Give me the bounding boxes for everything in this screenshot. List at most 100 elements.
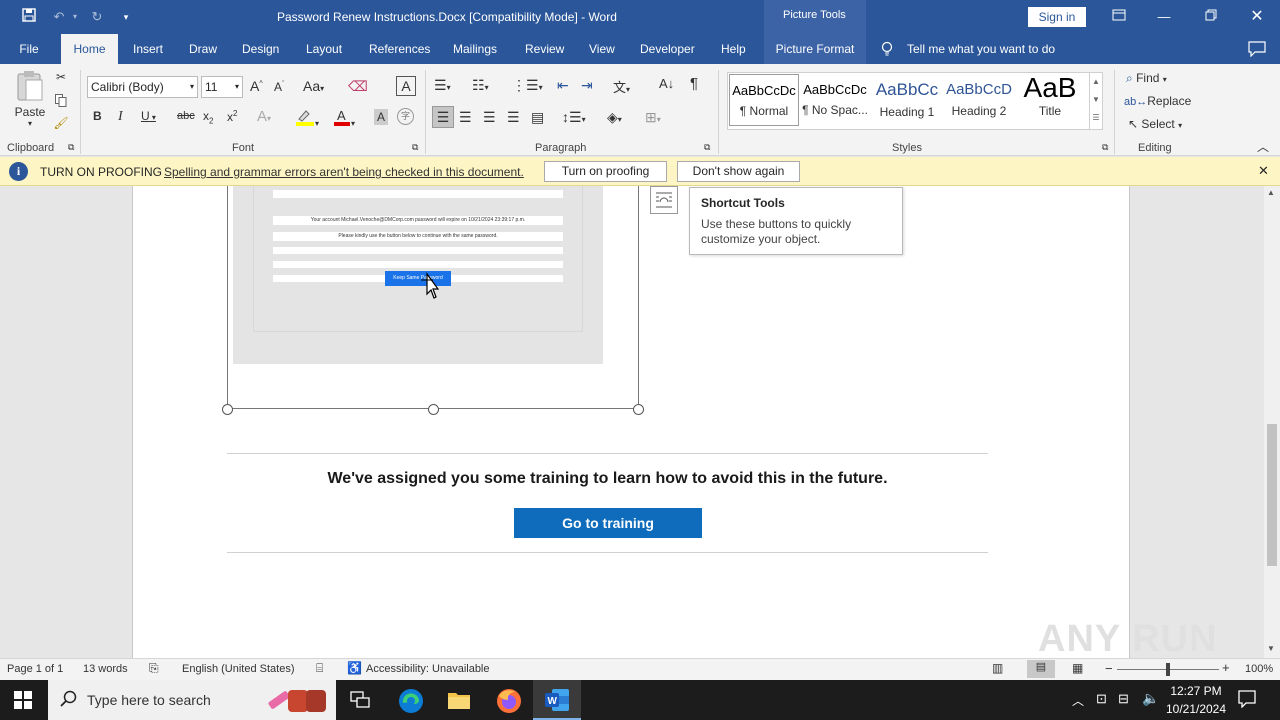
zoom-out-icon[interactable]: − (1105, 661, 1113, 676)
tell-me-search[interactable]: Tell me what you want to do (907, 34, 1055, 64)
change-case-icon[interactable]: Aa▾ (303, 78, 324, 94)
zoom-in-icon[interactable]: + (1222, 660, 1230, 675)
highlight-color-icon[interactable]: ▾ (295, 108, 319, 129)
align-center-icon[interactable]: ☰ (459, 109, 472, 126)
web-layout-icon[interactable]: ▦ (1072, 661, 1083, 675)
sign-in-button[interactable]: Sign in (1028, 7, 1086, 27)
wifi-icon[interactable]: ⊟ (1118, 691, 1129, 707)
resize-handle-bottom-left[interactable] (222, 404, 233, 415)
bold-button[interactable]: B (93, 109, 102, 123)
clipboard-launcher-icon[interactable]: ⧉ (68, 142, 74, 153)
align-left-button[interactable]: ☰ (432, 106, 454, 128)
ribbon-display-options-icon[interactable] (1110, 8, 1128, 26)
grow-font-icon[interactable]: A^ (250, 78, 263, 94)
macro-icon[interactable]: ⌸ (316, 661, 323, 676)
style-heading-2[interactable]: AaBbCcD Heading 2 (944, 74, 1014, 126)
zoom-slider-thumb[interactable] (1166, 663, 1170, 676)
tab-review[interactable]: Review (525, 34, 564, 64)
tab-file[interactable]: File (10, 34, 48, 64)
undo-dropdown-icon[interactable]: ▾ (66, 8, 84, 26)
tab-picture-format[interactable]: Picture Format (764, 34, 866, 64)
task-view-icon[interactable] (350, 691, 370, 712)
turn-on-proofing-button[interactable]: Turn on proofing (544, 161, 667, 182)
word-taskbar-button[interactable]: W (533, 680, 581, 720)
style-title[interactable]: AaB Title (1015, 72, 1085, 126)
network-icon[interactable]: ⊡ (1096, 691, 1107, 707)
scroll-down-icon[interactable]: ▼ (1267, 644, 1275, 653)
align-right-icon[interactable]: ☰ (483, 109, 496, 126)
increase-indent-icon[interactable]: ⇥ (581, 77, 593, 94)
select-button[interactable]: ↖ Select ▾ (1128, 117, 1182, 131)
show-hidden-icons-icon[interactable]: ︿ (1072, 692, 1084, 709)
line-spacing-icon[interactable]: ↕☰▾ (562, 109, 586, 126)
replace-button[interactable]: ab↔Replace (1124, 94, 1191, 108)
italic-button[interactable]: I (118, 109, 123, 125)
clock-date[interactable]: 10/21/2024 (1162, 702, 1230, 716)
bullets-icon[interactable]: ☰▾ (434, 77, 451, 94)
distributed-icon[interactable]: ▤ (531, 109, 544, 126)
character-shading-icon[interactable]: A (374, 109, 388, 125)
paragraph-launcher-icon[interactable]: ⧉ (704, 142, 710, 153)
clear-formatting-icon[interactable]: ⌫ (348, 78, 368, 95)
styles-scroll-buttons[interactable]: ▲ ▼ ☰ (1089, 73, 1102, 129)
language[interactable]: English (United States) (182, 663, 295, 675)
page-count[interactable]: Page 1 of 1 (7, 663, 63, 675)
style-normal[interactable]: AaBbCcDc ¶ Normal (729, 74, 799, 126)
resize-handle-bottom[interactable] (428, 404, 439, 415)
tab-home[interactable]: Home (61, 34, 118, 64)
strikethrough-button[interactable]: abc (177, 110, 195, 122)
tab-references[interactable]: References (369, 34, 430, 64)
accessibility-status[interactable]: Accessibility: Unavailable (366, 663, 490, 675)
minimize-icon[interactable]: — (1155, 8, 1173, 26)
infobar-message-link[interactable]: Spelling and grammar errors aren't being… (164, 165, 524, 179)
styles-launcher-icon[interactable]: ⧉ (1102, 142, 1108, 153)
go-to-training-button[interactable]: Go to training (514, 508, 702, 538)
shrink-font-icon[interactable]: Aˇ (274, 80, 284, 94)
restore-icon[interactable] (1202, 8, 1220, 26)
tab-insert[interactable]: Insert (133, 34, 163, 64)
redo-icon[interactable]: ↻ (88, 8, 106, 26)
format-painter-icon[interactable]: 🖌 (53, 116, 69, 130)
underline-button[interactable]: U ▾ (141, 109, 156, 123)
taskbar-search-box[interactable]: Type here to search (48, 680, 336, 720)
tab-view[interactable]: View (589, 34, 615, 64)
cut-icon[interactable]: ✂ (53, 70, 69, 84)
read-mode-icon[interactable]: ▥ (992, 661, 1003, 675)
paste-button[interactable]: Paste ▾ (12, 70, 48, 128)
enclose-characters-icon[interactable]: 字 (397, 108, 414, 125)
print-layout-icon[interactable]: ▤ (1027, 660, 1055, 678)
font-launcher-icon[interactable]: ⧉ (412, 142, 418, 153)
font-color-icon[interactable]: A ▾ (333, 108, 355, 129)
borders-icon[interactable]: ⊞▾ (645, 109, 661, 126)
decrease-indent-icon[interactable]: ⇤ (557, 77, 569, 94)
dont-show-again-button[interactable]: Don't show again (677, 161, 800, 182)
tab-mailings[interactable]: Mailings (453, 34, 497, 64)
font-size-combo[interactable]: 11 ▾ (201, 76, 243, 98)
style-heading-1[interactable]: AaBbCc Heading 1 (872, 74, 942, 126)
close-icon[interactable]: ✕ (1248, 8, 1266, 26)
scroll-up-icon[interactable]: ▲ (1267, 188, 1275, 197)
shading-icon[interactable]: ◈▾ (607, 109, 622, 126)
asian-layout-icon[interactable]: 文▾ (613, 77, 630, 96)
tab-developer[interactable]: Developer (640, 34, 695, 64)
volume-icon[interactable]: 🔈 (1142, 690, 1159, 707)
text-effects-icon[interactable]: A▾ (257, 108, 271, 125)
windows-start-icon[interactable] (14, 691, 32, 712)
style-no-spacing[interactable]: AaBbCcDc ¶ No Spac... (800, 74, 870, 126)
find-button[interactable]: ⌕ Find ▾ (1126, 71, 1167, 86)
word-count[interactable]: 13 words (83, 663, 128, 675)
edge-icon[interactable] (398, 688, 424, 717)
subscript-button[interactable]: x2 (203, 109, 213, 125)
save-icon[interactable] (20, 8, 38, 26)
resize-handle-bottom-right[interactable] (633, 404, 644, 415)
customize-qat-icon[interactable]: ▾ (117, 8, 135, 26)
proofing-icon[interactable]: ⎘ (149, 661, 159, 676)
collapse-ribbon-icon[interactable]: ︿ (1257, 138, 1269, 155)
layout-options-button[interactable] (650, 186, 678, 214)
tab-help[interactable]: Help (721, 34, 746, 64)
comments-icon[interactable] (1248, 34, 1266, 64)
close-infobar-icon[interactable]: ✕ (1258, 163, 1269, 179)
text-effects-box-icon[interactable]: A (396, 76, 416, 96)
font-name-combo[interactable]: Calibri (Body) ▾ (87, 76, 198, 98)
scroll-thumb[interactable] (1267, 424, 1277, 566)
